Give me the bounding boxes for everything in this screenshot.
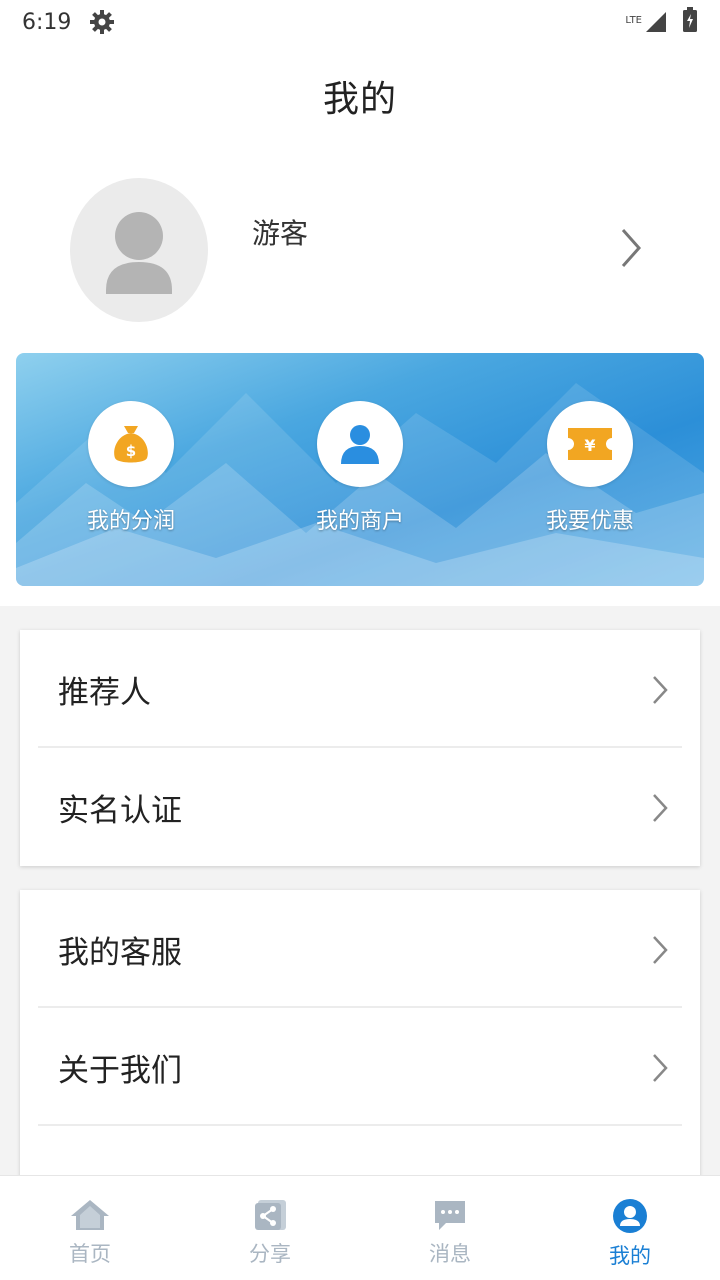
profile-section[interactable]: 游客 [0, 172, 720, 328]
tab-label: 首页 [69, 1242, 111, 1266]
menu-item-verification[interactable]: 实名认证 [20, 748, 700, 866]
chevron-right-icon [650, 674, 670, 710]
network-type: LTE [625, 15, 642, 26]
quick-action-profit[interactable]: $ 我的分润 [45, 401, 217, 535]
tab-share[interactable]: 分享 [180, 1176, 360, 1280]
tab-mine[interactable]: 我的 [540, 1176, 720, 1280]
coupon-icon: ¥ [547, 401, 633, 487]
menu-item-label: 关于我们 [58, 1052, 182, 1089]
bottom-tab-bar: 首页 分享 消息 我的 [0, 1175, 720, 1280]
chevron-right-icon [650, 792, 670, 828]
chevron-right-icon [650, 934, 670, 970]
quick-action-label: 我要优惠 [545, 509, 634, 534]
svg-text:¥: ¥ [584, 436, 595, 455]
status-indicators: LTE [625, 7, 698, 37]
quick-action-label: 我的商户 [315, 509, 404, 534]
quick-action-label: 我的分润 [86, 509, 175, 534]
menu-item-about-us[interactable]: 关于我们 [20, 1008, 700, 1126]
status-bar: 6:19 LTE [0, 0, 720, 44]
message-icon [432, 1198, 468, 1236]
tab-label: 我的 [609, 1244, 651, 1268]
page-title: 我的 [322, 79, 397, 120]
tab-home[interactable]: 首页 [0, 1176, 180, 1280]
share-icon [252, 1198, 288, 1236]
tab-label: 分享 [249, 1242, 291, 1266]
menu-item-label: 我的客服 [58, 934, 182, 971]
menu-card-1: 推荐人 实名认证 [20, 630, 700, 866]
chevron-right-icon [650, 1052, 670, 1088]
chevron-right-icon[interactable] [618, 226, 644, 274]
person-icon [317, 401, 403, 487]
app-header: 我的 [0, 60, 720, 132]
battery-icon [682, 7, 698, 37]
gear-icon [89, 8, 117, 36]
quick-action-merchant[interactable]: 我的商户 [274, 401, 446, 535]
menu-item-customer-service[interactable]: 我的客服 [20, 890, 700, 1008]
home-icon [69, 1198, 111, 1236]
avatar[interactable] [70, 178, 208, 322]
username: 游客 [252, 217, 309, 250]
svg-text:$: $ [126, 442, 136, 460]
tab-label: 消息 [429, 1242, 471, 1266]
user-icon [612, 1198, 648, 1238]
money-bag-icon: $ [88, 401, 174, 487]
quick-action-discount[interactable]: ¥ 我要优惠 [504, 401, 676, 535]
tab-messages[interactable]: 消息 [360, 1176, 540, 1280]
signal-icon: LTE [625, 10, 668, 34]
menu-area: 推荐人 实名认证 我的客服 关于我们 [0, 606, 720, 1244]
person-placeholder-icon [106, 212, 172, 294]
menu-item-referrer[interactable]: 推荐人 [20, 630, 700, 748]
menu-item-label: 推荐人 [58, 674, 151, 711]
status-time: 6:19 [22, 9, 72, 35]
menu-item-label: 实名认证 [58, 792, 182, 829]
quick-actions-banner: $ 我的分润 我的商户 ¥ 我要优惠 [16, 353, 704, 586]
